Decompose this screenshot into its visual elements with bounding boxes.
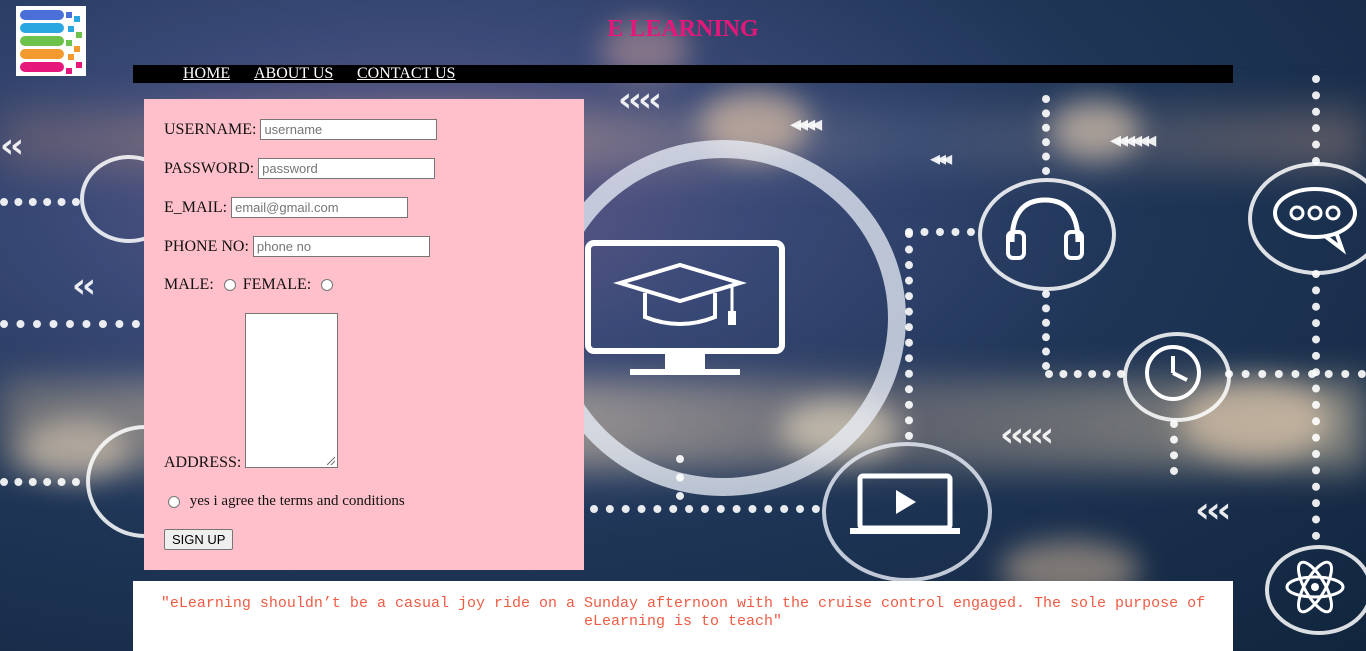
password-input[interactable]	[258, 158, 436, 179]
gender-row: MALE: FEMALE:	[164, 276, 336, 294]
username-row: USERNAME:	[164, 119, 438, 140]
female-label: FEMALE:	[242, 276, 312, 294]
nav-bar: HOME ABOUT US CONTACT US	[133, 65, 1233, 83]
male-label: MALE:	[164, 276, 214, 294]
email-label: E_MAIL:	[164, 198, 228, 216]
monitor-graduation-cap-icon	[585, 240, 785, 375]
username-label: USERNAME:	[164, 120, 257, 138]
phone-row: PHONE NO:	[164, 236, 430, 257]
quote-text: "eLearning shouldn’t be a casual joy rid…	[160, 595, 1206, 630]
chat-bubble-icon	[1273, 187, 1357, 255]
headphones-icon	[1006, 197, 1084, 260]
atom-icon	[1285, 560, 1345, 614]
terms-row: yes i agree the terms and conditions	[168, 493, 405, 510]
signup-form: USERNAME: PASSWORD: E_MAIL: PHONE NO: MA…	[144, 99, 584, 570]
email-row: E_MAIL:	[164, 197, 409, 218]
username-input[interactable]	[260, 119, 438, 140]
email-input[interactable]	[231, 197, 409, 218]
female-radio[interactable]	[321, 279, 334, 292]
address-label: ADDRESS:	[164, 454, 242, 471]
video-player-icon	[850, 473, 960, 534]
quote-box: "eLearning shouldn’t be a casual joy rid…	[133, 581, 1233, 651]
male-radio[interactable]	[223, 279, 236, 292]
phone-input[interactable]	[252, 236, 430, 257]
signup-button[interactable]: SIGN UP	[164, 529, 234, 550]
nav-contact-link[interactable]: CONTACT US	[357, 65, 455, 83]
terms-label: yes i agree the terms and conditions	[189, 493, 405, 510]
phone-label: PHONE NO:	[164, 237, 249, 255]
terms-radio[interactable]	[168, 495, 180, 508]
password-label: PASSWORD:	[164, 159, 255, 177]
nav-home-link[interactable]: HOME	[183, 65, 230, 83]
resize-grip-icon[interactable]	[327, 457, 335, 465]
password-row: PASSWORD:	[164, 158, 436, 179]
address-textarea[interactable]	[245, 313, 338, 468]
nav-about-link[interactable]: ABOUT US	[254, 65, 333, 83]
page-title: E LEARNING	[607, 16, 759, 42]
clock-icon	[1145, 345, 1201, 401]
